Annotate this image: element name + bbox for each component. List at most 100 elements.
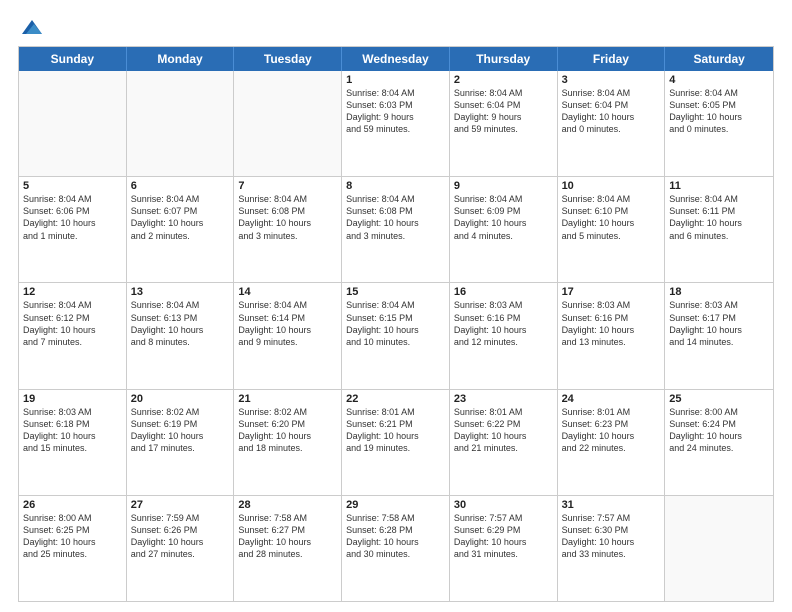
calendar-row-5: 26Sunrise: 8:00 AM Sunset: 6:25 PM Dayli… [19, 495, 773, 601]
day-info: Sunrise: 8:01 AM Sunset: 6:21 PM Dayligh… [346, 406, 445, 455]
day-info: Sunrise: 8:04 AM Sunset: 6:10 PM Dayligh… [562, 193, 661, 242]
day-info: Sunrise: 7:58 AM Sunset: 6:28 PM Dayligh… [346, 512, 445, 561]
calendar-row-2: 5Sunrise: 8:04 AM Sunset: 6:06 PM Daylig… [19, 176, 773, 282]
day-cell-10: 10Sunrise: 8:04 AM Sunset: 6:10 PM Dayli… [558, 177, 666, 282]
day-info: Sunrise: 8:01 AM Sunset: 6:23 PM Dayligh… [562, 406, 661, 455]
day-number: 15 [346, 286, 445, 298]
day-number: 1 [346, 74, 445, 86]
day-number: 9 [454, 180, 553, 192]
day-number: 29 [346, 499, 445, 511]
day-cell-empty-0-1 [127, 71, 235, 176]
day-info: Sunrise: 8:04 AM Sunset: 6:09 PM Dayligh… [454, 193, 553, 242]
day-number: 17 [562, 286, 661, 298]
day-info: Sunrise: 8:04 AM Sunset: 6:05 PM Dayligh… [669, 87, 769, 136]
calendar-row-3: 12Sunrise: 8:04 AM Sunset: 6:12 PM Dayli… [19, 282, 773, 388]
day-info: Sunrise: 8:04 AM Sunset: 6:12 PM Dayligh… [23, 299, 122, 348]
weekday-header-tuesday: Tuesday [234, 47, 342, 71]
day-info: Sunrise: 8:03 AM Sunset: 6:16 PM Dayligh… [454, 299, 553, 348]
day-info: Sunrise: 8:04 AM Sunset: 6:07 PM Dayligh… [131, 193, 230, 242]
day-info: Sunrise: 8:02 AM Sunset: 6:20 PM Dayligh… [238, 406, 337, 455]
calendar-body: 1Sunrise: 8:04 AM Sunset: 6:03 PM Daylig… [19, 71, 773, 601]
day-cell-20: 20Sunrise: 8:02 AM Sunset: 6:19 PM Dayli… [127, 390, 235, 495]
day-cell-4: 4Sunrise: 8:04 AM Sunset: 6:05 PM Daylig… [665, 71, 773, 176]
day-number: 16 [454, 286, 553, 298]
day-cell-22: 22Sunrise: 8:01 AM Sunset: 6:21 PM Dayli… [342, 390, 450, 495]
calendar-header: SundayMondayTuesdayWednesdayThursdayFrid… [19, 47, 773, 71]
day-info: Sunrise: 8:03 AM Sunset: 6:17 PM Dayligh… [669, 299, 769, 348]
logo-icon [20, 18, 42, 36]
day-number: 3 [562, 74, 661, 86]
day-number: 30 [454, 499, 553, 511]
day-number: 10 [562, 180, 661, 192]
day-cell-28: 28Sunrise: 7:58 AM Sunset: 6:27 PM Dayli… [234, 496, 342, 601]
day-cell-27: 27Sunrise: 7:59 AM Sunset: 6:26 PM Dayli… [127, 496, 235, 601]
weekday-header-saturday: Saturday [665, 47, 773, 71]
calendar-row-4: 19Sunrise: 8:03 AM Sunset: 6:18 PM Dayli… [19, 389, 773, 495]
calendar: SundayMondayTuesdayWednesdayThursdayFrid… [18, 46, 774, 602]
day-cell-25: 25Sunrise: 8:00 AM Sunset: 6:24 PM Dayli… [665, 390, 773, 495]
day-info: Sunrise: 8:04 AM Sunset: 6:14 PM Dayligh… [238, 299, 337, 348]
day-number: 23 [454, 393, 553, 405]
weekday-header-monday: Monday [127, 47, 235, 71]
day-cell-19: 19Sunrise: 8:03 AM Sunset: 6:18 PM Dayli… [19, 390, 127, 495]
weekday-header-friday: Friday [558, 47, 666, 71]
calendar-row-1: 1Sunrise: 8:04 AM Sunset: 6:03 PM Daylig… [19, 71, 773, 176]
day-info: Sunrise: 8:04 AM Sunset: 6:08 PM Dayligh… [346, 193, 445, 242]
day-cell-17: 17Sunrise: 8:03 AM Sunset: 6:16 PM Dayli… [558, 283, 666, 388]
day-number: 31 [562, 499, 661, 511]
day-cell-1: 1Sunrise: 8:04 AM Sunset: 6:03 PM Daylig… [342, 71, 450, 176]
day-number: 27 [131, 499, 230, 511]
day-number: 8 [346, 180, 445, 192]
day-cell-21: 21Sunrise: 8:02 AM Sunset: 6:20 PM Dayli… [234, 390, 342, 495]
day-number: 26 [23, 499, 122, 511]
day-info: Sunrise: 8:02 AM Sunset: 6:19 PM Dayligh… [131, 406, 230, 455]
day-info: Sunrise: 8:03 AM Sunset: 6:16 PM Dayligh… [562, 299, 661, 348]
day-cell-15: 15Sunrise: 8:04 AM Sunset: 6:15 PM Dayli… [342, 283, 450, 388]
day-info: Sunrise: 8:00 AM Sunset: 6:25 PM Dayligh… [23, 512, 122, 561]
day-info: Sunrise: 8:00 AM Sunset: 6:24 PM Dayligh… [669, 406, 769, 455]
header [18, 18, 774, 36]
day-number: 24 [562, 393, 661, 405]
day-info: Sunrise: 8:04 AM Sunset: 6:15 PM Dayligh… [346, 299, 445, 348]
day-number: 4 [669, 74, 769, 86]
day-cell-2: 2Sunrise: 8:04 AM Sunset: 6:04 PM Daylig… [450, 71, 558, 176]
day-number: 20 [131, 393, 230, 405]
day-info: Sunrise: 8:04 AM Sunset: 6:11 PM Dayligh… [669, 193, 769, 242]
day-cell-14: 14Sunrise: 8:04 AM Sunset: 6:14 PM Dayli… [234, 283, 342, 388]
day-cell-18: 18Sunrise: 8:03 AM Sunset: 6:17 PM Dayli… [665, 283, 773, 388]
day-cell-11: 11Sunrise: 8:04 AM Sunset: 6:11 PM Dayli… [665, 177, 773, 282]
day-cell-31: 31Sunrise: 7:57 AM Sunset: 6:30 PM Dayli… [558, 496, 666, 601]
day-info: Sunrise: 7:57 AM Sunset: 6:30 PM Dayligh… [562, 512, 661, 561]
day-number: 19 [23, 393, 122, 405]
day-info: Sunrise: 7:57 AM Sunset: 6:29 PM Dayligh… [454, 512, 553, 561]
day-number: 6 [131, 180, 230, 192]
day-cell-empty-0-0 [19, 71, 127, 176]
day-number: 5 [23, 180, 122, 192]
day-info: Sunrise: 8:01 AM Sunset: 6:22 PM Dayligh… [454, 406, 553, 455]
day-number: 2 [454, 74, 553, 86]
day-number: 22 [346, 393, 445, 405]
logo [18, 18, 44, 36]
day-number: 14 [238, 286, 337, 298]
day-info: Sunrise: 7:58 AM Sunset: 6:27 PM Dayligh… [238, 512, 337, 561]
day-info: Sunrise: 8:04 AM Sunset: 6:08 PM Dayligh… [238, 193, 337, 242]
day-cell-9: 9Sunrise: 8:04 AM Sunset: 6:09 PM Daylig… [450, 177, 558, 282]
page: SundayMondayTuesdayWednesdayThursdayFrid… [0, 0, 792, 612]
day-info: Sunrise: 7:59 AM Sunset: 6:26 PM Dayligh… [131, 512, 230, 561]
day-info: Sunrise: 8:04 AM Sunset: 6:04 PM Dayligh… [562, 87, 661, 136]
weekday-header-thursday: Thursday [450, 47, 558, 71]
day-info: Sunrise: 8:03 AM Sunset: 6:18 PM Dayligh… [23, 406, 122, 455]
day-number: 28 [238, 499, 337, 511]
day-cell-6: 6Sunrise: 8:04 AM Sunset: 6:07 PM Daylig… [127, 177, 235, 282]
day-info: Sunrise: 8:04 AM Sunset: 6:03 PM Dayligh… [346, 87, 445, 136]
day-cell-16: 16Sunrise: 8:03 AM Sunset: 6:16 PM Dayli… [450, 283, 558, 388]
day-cell-8: 8Sunrise: 8:04 AM Sunset: 6:08 PM Daylig… [342, 177, 450, 282]
day-cell-29: 29Sunrise: 7:58 AM Sunset: 6:28 PM Dayli… [342, 496, 450, 601]
weekday-header-sunday: Sunday [19, 47, 127, 71]
day-cell-26: 26Sunrise: 8:00 AM Sunset: 6:25 PM Dayli… [19, 496, 127, 601]
day-cell-23: 23Sunrise: 8:01 AM Sunset: 6:22 PM Dayli… [450, 390, 558, 495]
day-cell-5: 5Sunrise: 8:04 AM Sunset: 6:06 PM Daylig… [19, 177, 127, 282]
day-number: 12 [23, 286, 122, 298]
day-cell-empty-0-2 [234, 71, 342, 176]
day-number: 11 [669, 180, 769, 192]
